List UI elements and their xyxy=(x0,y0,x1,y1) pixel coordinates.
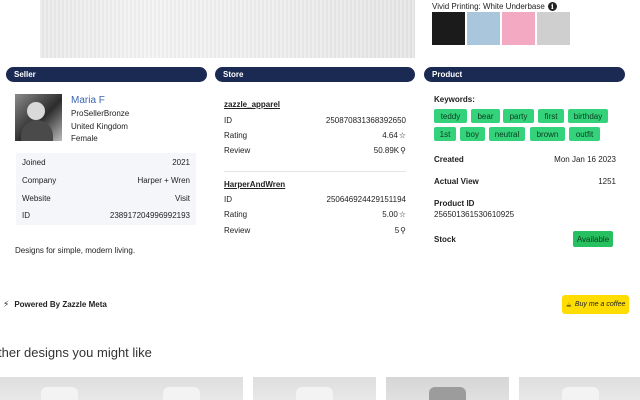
seller-gender: Female xyxy=(71,134,98,143)
seller-row-joined: Joined 2021 xyxy=(16,154,196,170)
row-label: Rating xyxy=(224,210,248,219)
row-label: Website xyxy=(22,193,51,203)
row-label: ID xyxy=(224,195,232,204)
seller-row-id: ID 238917204996992193 xyxy=(16,207,196,223)
keyword-tag[interactable]: first xyxy=(538,109,564,123)
design-thumbnail[interactable] xyxy=(253,377,376,400)
row-value: 238917204996992193 xyxy=(109,210,190,220)
rating-value: 4.64 xyxy=(382,131,398,140)
product-row-created: Created Mon Jan 16 2023 xyxy=(434,155,616,164)
product-row-actual-view: Actual View 1251 xyxy=(434,177,616,186)
row-label: ID xyxy=(224,116,232,125)
seller-name[interactable]: Maria F xyxy=(71,95,105,106)
powered-by: ⚡ Powered By Zazzle Meta xyxy=(3,299,107,310)
seller-bio: Designs for simple, modern living. xyxy=(15,246,136,255)
row-label: Review xyxy=(224,226,251,235)
seller-level: ProSellerBronze xyxy=(71,109,130,118)
design-thumbnail[interactable] xyxy=(519,377,640,400)
actual-view-label: Actual View xyxy=(434,177,479,186)
store-row-rating: Rating 5.00☆ xyxy=(224,210,406,219)
row-value: 5.00☆ xyxy=(382,210,406,219)
row-value: 2021 xyxy=(172,157,190,167)
store-name-link[interactable]: HarperAndWren xyxy=(224,180,285,189)
store-header: Store xyxy=(215,67,415,82)
seller-row-website: Website Visit xyxy=(16,190,196,206)
avatar xyxy=(15,94,62,141)
row-label: ID xyxy=(22,210,30,220)
store-row-id: ID 250646924429151194 xyxy=(224,195,406,204)
row-value: 4.64☆ xyxy=(382,131,406,140)
design-thumbnail[interactable] xyxy=(386,377,509,400)
design-thumbnail[interactable] xyxy=(120,377,243,400)
store-row-rating: Rating 4.64☆ xyxy=(224,131,406,140)
stock-label: Stock xyxy=(434,235,456,244)
buy-coffee-button[interactable]: ☕ Buy me a coffee xyxy=(562,295,629,314)
row-label: Review xyxy=(224,146,251,155)
swatch-light-blue[interactable] xyxy=(467,12,500,45)
bolt-icon: ⚡ xyxy=(3,299,10,309)
keyword-tag[interactable]: party xyxy=(503,109,534,123)
product-id-label: Product ID xyxy=(434,199,475,208)
swatch-pink[interactable] xyxy=(502,12,535,45)
row-value: Harper + Wren xyxy=(137,175,190,185)
review-value: 50.89K xyxy=(373,146,400,155)
store-divider xyxy=(224,171,406,172)
design-thumbnail[interactable] xyxy=(0,377,121,400)
star-icon: ☆ xyxy=(398,131,406,140)
product-image xyxy=(40,0,415,58)
row-label: Company xyxy=(22,175,57,185)
website-visit-link[interactable]: Visit xyxy=(175,194,190,203)
keyword-tag[interactable]: boy xyxy=(460,127,485,141)
star-icon: ☆ xyxy=(398,210,406,219)
coffee-label: Buy me a coffee xyxy=(574,301,626,308)
row-value: 250870831368392650 xyxy=(325,116,406,125)
keyword-tag[interactable]: teddy xyxy=(434,109,467,123)
printing-label: Vivid Printing: White Underbase xyxy=(432,2,545,11)
info-icon[interactable]: i xyxy=(547,2,557,11)
store-row-id: ID 250870831368392650 xyxy=(224,116,406,125)
color-swatches xyxy=(432,12,570,45)
powered-by-label: Powered By Zazzle Meta xyxy=(14,300,107,309)
store-row-review: Review 50.89K⚲ xyxy=(224,146,406,155)
keyword-tag[interactable]: 1st xyxy=(434,127,456,141)
stock-status-badge: Available xyxy=(573,231,613,247)
row-label: Joined xyxy=(22,157,46,167)
rating-value: 5.00 xyxy=(382,210,398,219)
swatch-black[interactable] xyxy=(432,12,465,45)
store-name-link[interactable]: zazzle_apparel xyxy=(224,100,280,109)
swatch-heather-gray[interactable] xyxy=(537,12,570,45)
user-icon: ⚲ xyxy=(400,146,406,155)
keyword-tag[interactable]: bear xyxy=(471,109,500,123)
review-value: 5 xyxy=(394,226,400,235)
row-value: 50.89K⚲ xyxy=(374,146,406,155)
keyword-tag[interactable]: birthday xyxy=(568,109,608,123)
keyword-tag[interactable]: neutral xyxy=(489,127,525,141)
store-row-review: Review 5⚲ xyxy=(224,226,406,235)
seller-info-table: Joined 2021 Company Harper + Wren Websit… xyxy=(16,153,196,225)
printing-option: Vivid Printing: White Underbase i xyxy=(432,2,557,11)
keyword-tag[interactable]: outfit xyxy=(569,127,600,141)
product-id-value: 256501361530610925 xyxy=(434,210,515,219)
product-header: Product xyxy=(424,67,625,82)
section-title-other-designs: ther designs you might like xyxy=(0,345,152,360)
seller-header: Seller xyxy=(6,67,207,82)
row-value: 250646924429151194 xyxy=(326,195,407,204)
coffee-cup-icon: ☕ xyxy=(565,301,572,309)
user-icon: ⚲ xyxy=(400,226,406,235)
keywords-label: Keywords: xyxy=(434,95,475,104)
created-value: Mon Jan 16 2023 xyxy=(554,155,616,164)
created-label: Created xyxy=(434,155,464,164)
keyword-tag[interactable]: brown xyxy=(530,127,565,141)
row-value: 5⚲ xyxy=(395,226,406,235)
row-label: Rating xyxy=(224,131,248,140)
seller-country: United Kingdom xyxy=(71,122,128,131)
actual-view-value: 1251 xyxy=(598,177,616,186)
seller-row-company: Company Harper + Wren xyxy=(16,172,196,188)
